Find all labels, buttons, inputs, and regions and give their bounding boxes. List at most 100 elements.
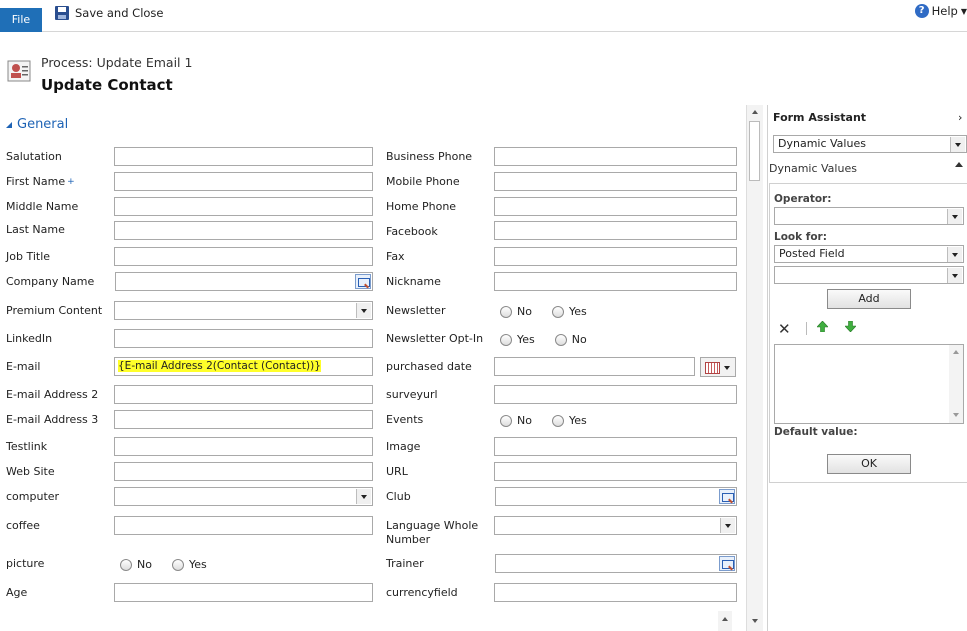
computer-select[interactable] bbox=[114, 487, 373, 506]
scroll-down-icon[interactable] bbox=[752, 619, 758, 623]
scroll-up-icon[interactable] bbox=[752, 110, 758, 114]
surveyurl-field[interactable] bbox=[494, 385, 737, 404]
age-field[interactable] bbox=[114, 583, 373, 602]
purchased-date-field[interactable] bbox=[494, 357, 695, 376]
last-name-label: Last Name bbox=[6, 223, 65, 236]
trainer-lookup[interactable] bbox=[495, 554, 737, 573]
newsletter-optin-radio-group: Yes No bbox=[500, 333, 601, 346]
look-for-field-select[interactable] bbox=[774, 266, 964, 284]
email2-field[interactable] bbox=[114, 385, 373, 404]
email2-label: E-mail Address 2 bbox=[6, 388, 99, 401]
help-button[interactable]: ? Help ▼ bbox=[914, 4, 967, 18]
dynamic-values-box bbox=[769, 183, 967, 483]
section-general-toggle[interactable]: General bbox=[5, 117, 68, 132]
optin-yes-option[interactable]: Yes bbox=[500, 333, 535, 346]
main-scrollbar[interactable] bbox=[746, 105, 763, 631]
scroll-up-icon[interactable] bbox=[953, 350, 959, 354]
picture-no-option[interactable]: No bbox=[120, 558, 152, 571]
coffee-label: coffee bbox=[6, 519, 40, 532]
collapse-panel-icon[interactable]: › bbox=[958, 111, 962, 124]
add-button[interactable]: Add bbox=[827, 289, 911, 309]
currencyfield-label: currencyfield bbox=[386, 586, 458, 599]
save-and-close-button[interactable]: Save and Close bbox=[55, 4, 164, 22]
scroll-up-arrow-icon[interactable] bbox=[718, 611, 732, 631]
salutation-field[interactable] bbox=[114, 147, 373, 166]
linkedin-field[interactable] bbox=[114, 329, 373, 348]
radio-button[interactable] bbox=[551, 414, 564, 427]
facebook-field[interactable] bbox=[494, 221, 737, 240]
events-yes-option[interactable]: Yes bbox=[551, 414, 587, 427]
last-name-field[interactable] bbox=[114, 221, 373, 240]
age-label: Age bbox=[6, 586, 28, 599]
radio-button[interactable] bbox=[500, 414, 512, 427]
coffee-field[interactable] bbox=[114, 516, 373, 535]
delete-icon[interactable]: ✕ bbox=[778, 320, 791, 338]
radio-button[interactable] bbox=[171, 558, 184, 571]
assistant-mode-select[interactable]: Dynamic Values bbox=[773, 135, 967, 153]
optin-no-option[interactable]: No bbox=[554, 333, 587, 346]
process-name: Process: Update Email 1 bbox=[41, 55, 193, 70]
email-field[interactable]: {E-mail Address 2(Contact (Contact))} bbox=[114, 357, 373, 376]
file-menu-button[interactable]: File bbox=[0, 8, 42, 32]
image-field[interactable] bbox=[494, 437, 737, 456]
surveyurl-label: surveyurl bbox=[386, 388, 438, 401]
radio-label: No bbox=[571, 333, 587, 346]
language-whole-number-label: Language Whole Number bbox=[386, 519, 479, 546]
move-down-icon[interactable] bbox=[845, 321, 856, 332]
calendar-icon[interactable] bbox=[700, 357, 736, 377]
look-for-value: Posted Field bbox=[779, 247, 845, 260]
scroll-down-icon[interactable] bbox=[953, 413, 959, 417]
dropdown-arrow-icon[interactable] bbox=[947, 268, 962, 283]
first-name-field[interactable] bbox=[114, 172, 373, 191]
events-no-option[interactable]: No bbox=[500, 414, 532, 427]
move-up-icon[interactable] bbox=[817, 321, 828, 332]
lookup-icon[interactable] bbox=[719, 556, 735, 571]
linkedin-label: LinkedIn bbox=[6, 332, 53, 345]
ribbon: File Save and Close ? Help ▼ bbox=[0, 0, 967, 32]
currencyfield-field[interactable] bbox=[494, 583, 737, 602]
newsletter-yes-option[interactable]: Yes bbox=[551, 305, 587, 318]
ok-button[interactable]: OK bbox=[827, 454, 911, 474]
dropdown-arrow-icon[interactable] bbox=[950, 137, 965, 152]
main-scroll-thumb[interactable] bbox=[749, 121, 760, 181]
events-label: Events bbox=[386, 413, 424, 426]
lookup-icon[interactable] bbox=[355, 274, 371, 289]
fax-field[interactable] bbox=[494, 247, 737, 266]
dropdown-arrow-icon[interactable] bbox=[720, 518, 735, 533]
dynamic-values-list[interactable] bbox=[774, 344, 964, 424]
nickname-field[interactable] bbox=[494, 272, 737, 291]
newsletter-no-option[interactable]: No bbox=[500, 305, 532, 318]
premium-content-select[interactable] bbox=[114, 301, 373, 320]
picture-yes-option[interactable]: Yes bbox=[171, 558, 207, 571]
language-whole-number-select[interactable] bbox=[494, 516, 737, 535]
radio-button[interactable] bbox=[120, 558, 132, 571]
job-title-field[interactable] bbox=[114, 247, 373, 266]
radio-button[interactable] bbox=[551, 305, 564, 318]
newsletter-radio-group: No Yes bbox=[500, 305, 601, 318]
website-field[interactable] bbox=[114, 462, 373, 481]
image-label: Image bbox=[386, 440, 421, 453]
home-phone-field[interactable] bbox=[494, 197, 737, 216]
radio-button[interactable] bbox=[554, 333, 567, 346]
middle-name-field[interactable] bbox=[114, 197, 373, 216]
testlink-field[interactable] bbox=[114, 437, 373, 456]
club-lookup[interactable] bbox=[495, 487, 737, 506]
website-label: Web Site bbox=[6, 465, 55, 478]
divider bbox=[806, 322, 807, 335]
look-for-select[interactable]: Posted Field bbox=[774, 245, 964, 263]
radio-button[interactable] bbox=[500, 305, 512, 318]
company-name-lookup[interactable] bbox=[115, 272, 373, 291]
url-field[interactable] bbox=[494, 462, 737, 481]
lookup-icon[interactable] bbox=[719, 489, 735, 504]
dropdown-arrow-icon[interactable] bbox=[356, 489, 371, 504]
dropdown-arrow-icon[interactable] bbox=[356, 303, 371, 318]
dropdown-arrow-icon[interactable] bbox=[947, 247, 962, 262]
mobile-phone-field[interactable] bbox=[494, 172, 737, 191]
radio-button[interactable] bbox=[500, 333, 512, 346]
business-phone-field[interactable] bbox=[494, 147, 737, 166]
list-scrollbar[interactable] bbox=[949, 345, 963, 423]
email3-field[interactable] bbox=[114, 410, 373, 429]
collapse-up-icon[interactable] bbox=[955, 162, 963, 167]
dropdown-arrow-icon[interactable] bbox=[947, 209, 962, 224]
operator-select[interactable] bbox=[774, 207, 964, 225]
